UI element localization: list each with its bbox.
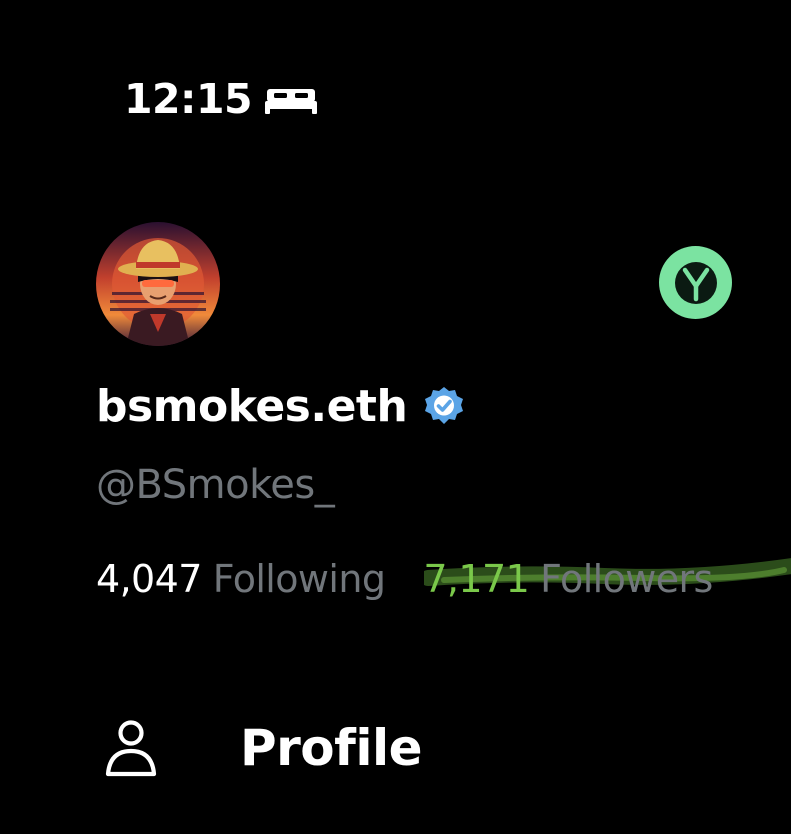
following-count: 4,047	[96, 557, 202, 601]
avatar-image	[96, 222, 220, 346]
status-bar: 12:15	[124, 74, 318, 124]
nav-item-label: Profile	[240, 719, 423, 777]
y-logo-icon	[674, 261, 717, 304]
bed-icon	[265, 89, 318, 114]
nav-item-profile[interactable]: Profile	[100, 710, 423, 786]
followers-label: Followers	[540, 557, 713, 601]
following-stat[interactable]: 4,047 Following	[96, 557, 386, 601]
status-time: 12:15	[124, 75, 253, 123]
app-badge[interactable]	[659, 246, 732, 319]
profile-name-row: bsmokes.eth	[96, 378, 465, 434]
profile-avatar[interactable]	[96, 222, 220, 346]
followers-stat[interactable]: 7,171 Followers	[423, 557, 713, 601]
profile-stats: 4,047 Following 7,171 Followers	[96, 554, 713, 604]
followers-count: 7,171	[423, 557, 530, 601]
display-name[interactable]: bsmokes.eth	[96, 381, 408, 432]
person-icon	[105, 720, 157, 777]
verified-badge-icon[interactable]	[423, 385, 465, 427]
following-label: Following	[212, 557, 386, 601]
profile-handle: @BSmokes_	[96, 462, 335, 508]
